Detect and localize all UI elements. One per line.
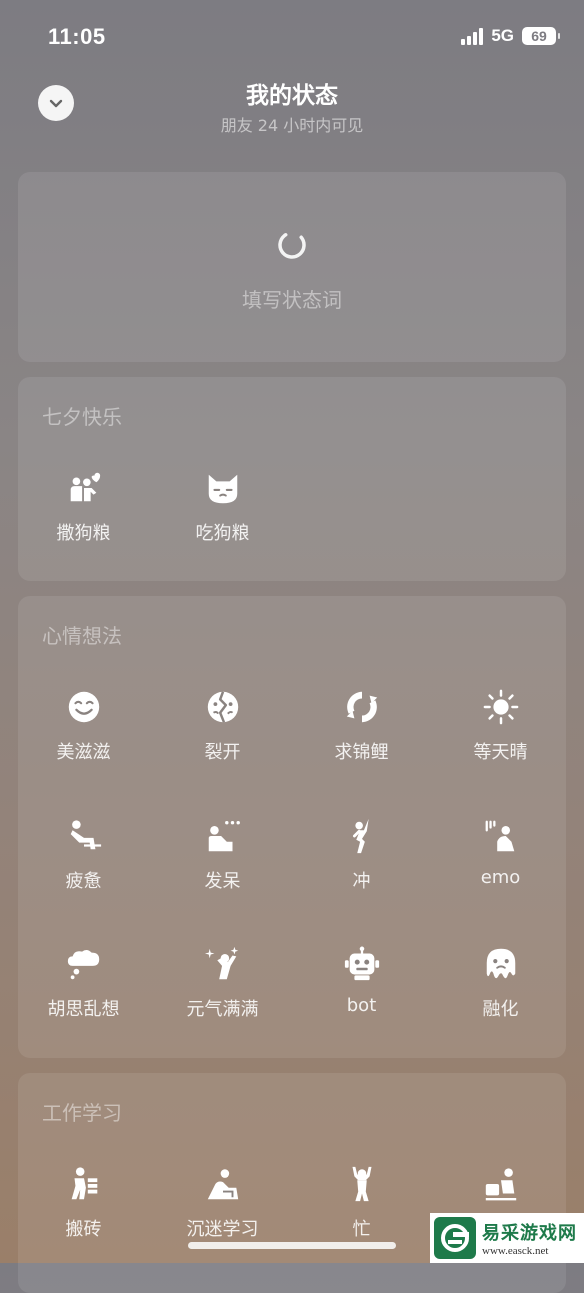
daze-person-icon (208, 820, 240, 852)
koi-icon (346, 691, 377, 723)
status-item[interactable]: 吃狗粮 (153, 469, 292, 545)
melting-face-icon (486, 948, 515, 979)
status-item[interactable]: 裂开 (153, 688, 292, 764)
cracked-face-icon (207, 691, 238, 723)
network-type: 5G (491, 26, 514, 45)
status-item-label: 胡思乱想 (47, 999, 120, 1020)
couple-heart-icon (70, 472, 100, 502)
home-indicator[interactable] (188, 1242, 396, 1249)
section-qixi: 七夕快乐 撒狗粮 吃狗粮 (18, 377, 566, 581)
status-item[interactable]: emo (431, 817, 570, 888)
robot-icon (344, 946, 379, 981)
watermark-url: www.easck.net (482, 1245, 549, 1257)
loading-spinner-icon (278, 231, 306, 259)
cat-face-icon (208, 474, 237, 504)
status-item-label: 求锦鲤 (334, 742, 389, 763)
signal-icon (461, 27, 484, 45)
status-input-placeholder: 填写状态词 (242, 288, 342, 312)
section-title: 七夕快乐 (42, 405, 122, 429)
sun-icon (483, 689, 518, 725)
watermark: 易采游戏网 www.easck.net (430, 1213, 584, 1263)
status-item-label: 忙 (352, 1219, 371, 1240)
study-person-icon (207, 1169, 238, 1200)
status-item-label: 冲 (352, 871, 371, 892)
carry-bricks-icon (71, 1167, 97, 1200)
status-item-label: bot (346, 995, 377, 1016)
status-item-label: 沉迷学习 (186, 1219, 259, 1240)
status-item[interactable]: bot (292, 945, 431, 1016)
charge-person-icon (352, 818, 369, 854)
status-item[interactable]: 等天晴 (431, 688, 570, 764)
status-item-label: 吃狗粮 (195, 523, 250, 544)
status-item[interactable]: 融化 (431, 945, 570, 1021)
status-item-label: 元气满满 (186, 999, 259, 1020)
battery-level: 69 (531, 28, 547, 44)
status-item[interactable]: 沉迷学习 (153, 1165, 292, 1241)
emo-person-icon (485, 820, 514, 852)
status-item-label: 发呆 (204, 871, 241, 892)
status-item[interactable]: 求锦鲤 (292, 688, 431, 764)
status-item[interactable]: 元气满满 (153, 945, 292, 1021)
section-title: 工作学习 (42, 1101, 122, 1125)
status-time: 11:05 (48, 24, 106, 49)
status-item-label: 搬砖 (65, 1219, 102, 1240)
status-item-label: 疲惫 (65, 871, 102, 892)
status-item-label: emo (480, 867, 521, 888)
status-item-label: 融化 (482, 999, 519, 1020)
status-item-label: 美滋滋 (56, 742, 111, 763)
watermark-logo-icon (434, 1217, 476, 1259)
battery-icon: 69 (522, 27, 560, 45)
status-item[interactable]: 发呆 (153, 817, 292, 893)
smile-face-icon (68, 691, 99, 723)
status-item[interactable]: 搬砖 (14, 1165, 153, 1241)
section-mood: 心情想法 美滋滋 裂开 求锦鲤 等天晴 疲惫 发呆 冲 emo 胡思乱想 元气满… (18, 596, 566, 1058)
status-item[interactable]: 疲惫 (14, 817, 153, 893)
desk-person-icon (485, 1168, 516, 1201)
status-item[interactable] (431, 1165, 570, 1215)
status-item[interactable]: 美滋滋 (14, 688, 153, 764)
status-item[interactable]: 胡思乱想 (14, 945, 153, 1021)
tired-person-icon (70, 820, 101, 850)
energetic-person-icon (204, 946, 238, 980)
status-bar: 11:05 5G 69 (0, 0, 584, 70)
section-title: 心情想法 (42, 624, 122, 648)
page-title: 我的状态 (246, 83, 338, 109)
busy-person-icon (352, 1166, 371, 1202)
status-item[interactable]: 撒狗粮 (14, 469, 153, 545)
status-item[interactable]: 冲 (292, 817, 431, 893)
page-subtitle: 朋友 24 小时内可见 (220, 116, 364, 135)
status-item-label: 裂开 (204, 742, 241, 763)
watermark-text: 易采游戏网 (482, 1223, 577, 1244)
status-input-card[interactable]: 填写状态词 (18, 172, 566, 362)
status-item[interactable]: 忙 (292, 1165, 431, 1241)
thought-cloud-icon (67, 949, 99, 980)
status-item-label: 撒狗粮 (56, 523, 111, 544)
status-item-label: 等天晴 (473, 742, 528, 763)
